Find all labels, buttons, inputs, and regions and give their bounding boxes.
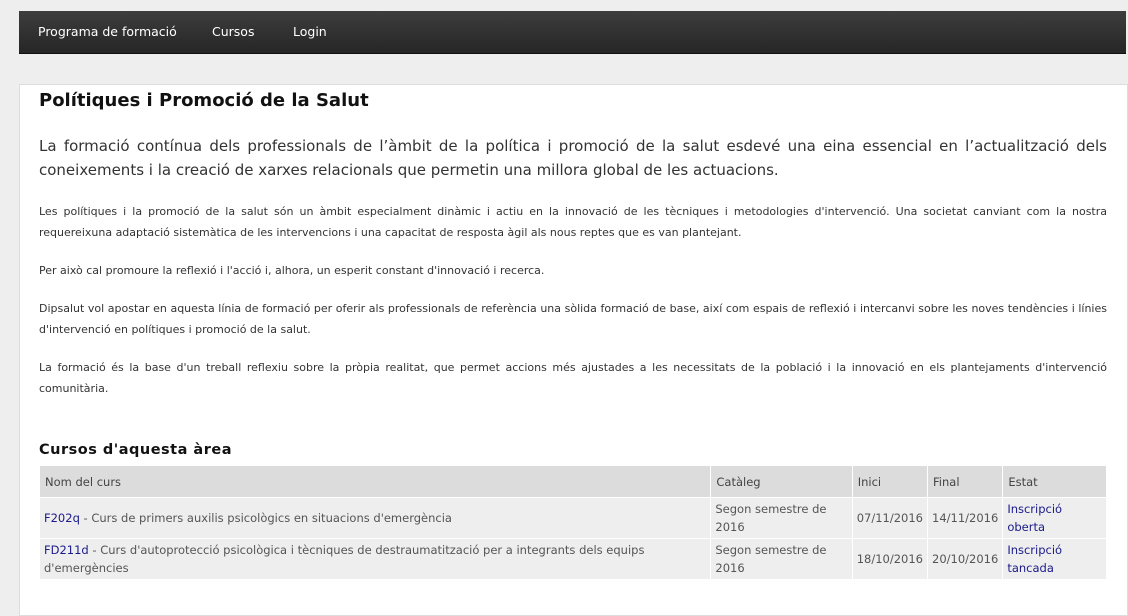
course-status-cell: Inscripció oberta <box>1002 497 1107 539</box>
course-status-link[interactable]: Inscripció oberta <box>1007 502 1062 534</box>
intro-paragraph-2: Per això cal promoure la reflexió i l'ac… <box>39 264 545 277</box>
table-row: FD211d - Curs d'autoprotecció psicològic… <box>38 538 1107 580</box>
course-end-date: 14/11/2016 <box>927 497 1004 539</box>
course-status-cell: Inscripció tancada <box>1002 538 1107 580</box>
course-code-link[interactable]: F202q <box>44 511 80 525</box>
table-header-row: Nom del curs Catàleg Inici Final Estat <box>38 465 1107 498</box>
column-header-catalog: Catàleg <box>710 465 853 498</box>
lead-paragraph: La formació contínua dels professionals … <box>39 137 1107 179</box>
course-name-cell: FD211d - Curs d'autoprotecció psicològic… <box>38 538 712 580</box>
course-start-date: 18/10/2016 <box>851 538 929 580</box>
course-start-date: 07/11/2016 <box>851 497 929 539</box>
course-name-cell: F202q - Curs de primers auxilis psicològ… <box>38 497 712 539</box>
main-content: Polítiques i Promoció de la Salut La for… <box>19 84 1128 616</box>
top-navbar: Programa de formació Cursos Login <box>19 11 1126 54</box>
nav-cursos[interactable]: Cursos <box>212 11 254 53</box>
column-header-start: Inici <box>851 465 929 498</box>
course-name: - Curs d'autoprotecció psicològica i tèc… <box>44 543 645 575</box>
course-status-link[interactable]: Inscripció tancada <box>1007 543 1062 575</box>
courses-table: Nom del curs Catàleg Inici Final Estat F… <box>38 465 1107 580</box>
column-header-status: Estat <box>1002 465 1107 498</box>
course-catalog: Segon semestre de 2016 <box>710 497 853 539</box>
nav-programa-formacio[interactable]: Programa de formació <box>38 11 177 53</box>
intro-paragraph-1: Les polítiques i la promoció de la salut… <box>39 205 1107 239</box>
nav-login[interactable]: Login <box>293 11 327 53</box>
column-header-name: Nom del curs <box>38 465 712 498</box>
courses-heading: Cursos d'aquesta àrea <box>39 442 232 458</box>
intro-paragraph-3: Dipsalut vol apostar en aquesta línia de… <box>39 302 1107 336</box>
column-header-end: Final <box>927 465 1004 498</box>
intro-paragraph-4: La formació és la base d'un treball refl… <box>39 361 1107 395</box>
course-code-link[interactable]: FD211d <box>44 543 89 557</box>
page-title: Polítiques i Promoció de la Salut <box>39 90 369 111</box>
table-row: F202q - Curs de primers auxilis psicològ… <box>38 497 1107 539</box>
course-catalog: Segon semestre de 2016 <box>710 538 853 580</box>
course-name: - Curs de primers auxilis psicològics en… <box>79 511 452 525</box>
course-end-date: 20/10/2016 <box>927 538 1004 580</box>
